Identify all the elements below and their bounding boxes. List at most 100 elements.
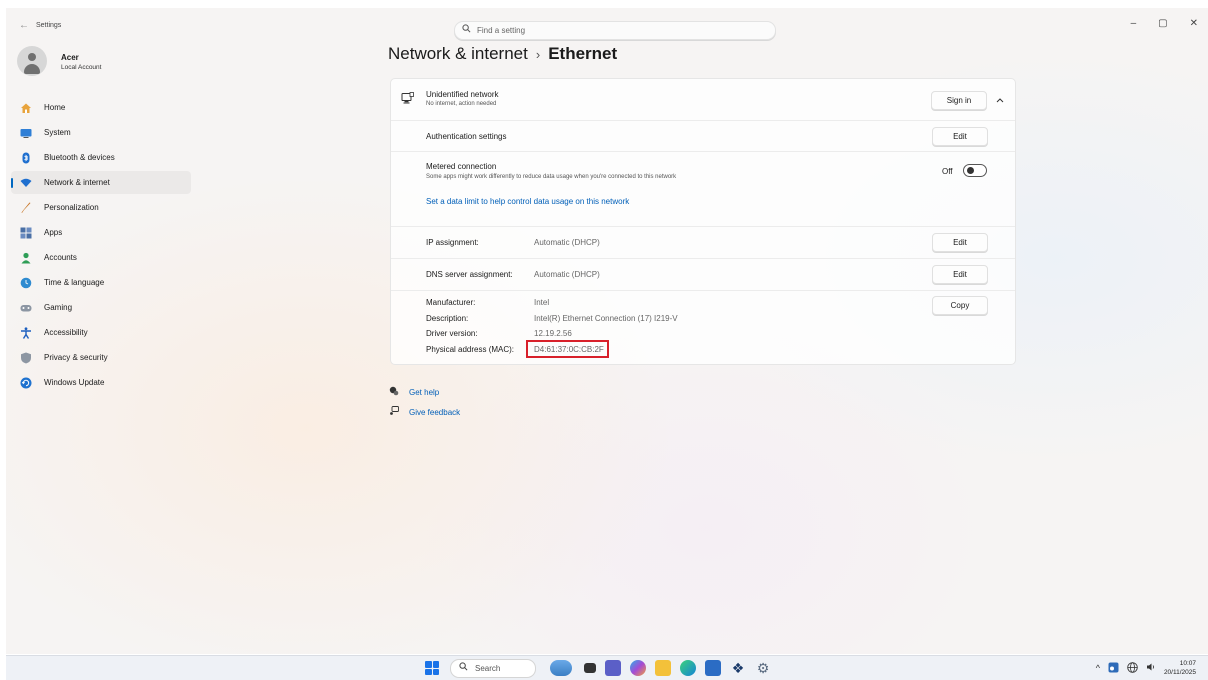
dns-assignment-label: DNS server assignment:	[426, 270, 513, 279]
bluetooth-icon	[20, 152, 32, 164]
clock-time: 10:07	[1179, 660, 1196, 667]
breadcrumb: Network & internet › Ethernet	[388, 44, 617, 64]
help-chat-icon	[389, 386, 401, 398]
sidebar-item-windows-update[interactable]: Windows Update	[11, 371, 191, 394]
divider	[391, 226, 1015, 227]
widgets-icon[interactable]	[550, 660, 572, 676]
clock[interactable]: 10:07 20/11/2025	[1164, 659, 1196, 677]
sidebar-item-label: Accessibility	[44, 328, 88, 337]
tray-overflow-chevron[interactable]: ^	[1096, 663, 1100, 673]
sidebar-item-label: Gaming	[44, 303, 73, 312]
file-explorer-icon[interactable]	[655, 660, 671, 676]
start-button[interactable]	[425, 661, 439, 675]
maximize-button[interactable]: ▢	[1158, 18, 1167, 29]
brush-icon	[20, 202, 32, 214]
accounts-icon	[20, 252, 32, 264]
breadcrumb-separator: ›	[535, 47, 541, 62]
copilot-icon[interactable]	[630, 660, 646, 676]
property-label-driver-version: Driver version:	[426, 329, 478, 338]
system-tray: ^ 10:07 20/11/2025	[1096, 659, 1196, 677]
divider	[391, 258, 1015, 259]
account-type: Local Account	[61, 64, 102, 71]
dns-assignment-value: Automatic (DHCP)	[534, 270, 600, 279]
minimize-button[interactable]: –	[1131, 18, 1137, 29]
sidebar-item-privacy-security[interactable]: Privacy & security	[11, 346, 191, 369]
sidebar-item-personalization[interactable]: Personalization	[11, 196, 191, 219]
active-indicator	[11, 178, 13, 188]
volume-icon[interactable]	[1146, 662, 1156, 674]
get-help-row[interactable]: Get help	[389, 386, 439, 398]
network-name: Unidentified network	[426, 90, 499, 99]
search-icon	[462, 24, 471, 35]
gamepad-icon	[20, 302, 32, 314]
ip-assignment-value: Automatic (DHCP)	[534, 238, 600, 247]
give-feedback-row[interactable]: Give feedback	[389, 406, 460, 418]
settings-gear-icon[interactable]: ⚙	[755, 660, 771, 676]
dns-edit-button[interactable]: Edit	[932, 265, 988, 284]
divider	[391, 290, 1015, 291]
network-globe-icon[interactable]	[1127, 661, 1138, 675]
globe-clock-icon	[20, 277, 32, 289]
metered-description: Some apps might work differently to redu…	[426, 174, 677, 180]
sidebar: Home System Bluetooth & devices Network …	[11, 96, 191, 396]
update-icon	[20, 377, 32, 389]
auth-edit-button[interactable]: Edit	[932, 127, 988, 146]
sidebar-item-time-language[interactable]: Time & language	[11, 271, 191, 294]
sidebar-item-gaming[interactable]: Gaming	[11, 296, 191, 319]
metered-toggle[interactable]	[963, 164, 987, 177]
property-label-mac-address: Physical address (MAC):	[426, 345, 515, 354]
property-label-description: Description:	[426, 314, 469, 323]
sign-in-button[interactable]: Sign in	[931, 91, 987, 110]
sidebar-item-label: Apps	[44, 228, 63, 237]
sidebar-item-label: Home	[44, 103, 66, 112]
sidebar-item-label: Network & internet	[44, 178, 110, 187]
mac-address-highlight	[526, 340, 609, 358]
metered-label: Metered connection	[426, 162, 497, 171]
property-label-manufacturer: Manufacturer:	[426, 298, 476, 307]
copy-button[interactable]: Copy	[932, 296, 988, 315]
dropbox-icon[interactable]: ❖	[730, 660, 746, 676]
apps-icon	[20, 227, 32, 239]
close-button[interactable]: ✕	[1190, 18, 1198, 29]
page-title: Ethernet	[548, 44, 618, 63]
get-help-link[interactable]: Get help	[409, 388, 439, 397]
edge-icon[interactable]	[680, 660, 696, 676]
sidebar-item-bluetooth[interactable]: Bluetooth & devices	[11, 146, 191, 169]
sidebar-item-accessibility[interactable]: Accessibility	[11, 321, 191, 344]
sidebar-item-network[interactable]: Network & internet	[11, 171, 191, 194]
data-limit-link[interactable]: Set a data limit to help control data us…	[426, 197, 629, 206]
sidebar-item-label: Bluetooth & devices	[44, 153, 115, 162]
home-icon	[20, 102, 32, 114]
accessibility-icon	[20, 326, 32, 339]
back-arrow-icon[interactable]: ←	[19, 20, 29, 31]
metered-toggle-state: Off	[942, 167, 953, 176]
sidebar-item-home[interactable]: Home	[11, 96, 191, 119]
property-value-manufacturer: Intel	[534, 298, 550, 307]
sidebar-item-label: System	[44, 128, 71, 137]
ip-edit-button[interactable]: Edit	[932, 233, 988, 252]
breadcrumb-parent[interactable]: Network & internet	[388, 44, 528, 63]
ethernet-icon	[401, 92, 414, 107]
clock-date: 20/11/2025	[1163, 669, 1196, 676]
avatar[interactable]	[17, 46, 47, 76]
divider	[391, 120, 1015, 121]
taskbar-search[interactable]: Search	[450, 659, 536, 678]
sidebar-item-accounts[interactable]: Accounts	[11, 246, 191, 269]
property-value-description: Intel(R) Ethernet Connection (17) I219-V	[534, 314, 678, 323]
store-icon[interactable]	[705, 660, 721, 676]
settings-search-input[interactable]: Find a setting	[454, 21, 776, 40]
sidebar-item-system[interactable]: System	[11, 121, 191, 144]
sidebar-item-label: Windows Update	[44, 378, 105, 387]
ethernet-settings-panel: Unidentified network No internet, action…	[390, 78, 1016, 365]
search-placeholder: Find a setting	[477, 26, 526, 35]
task-view-icon[interactable]	[584, 663, 596, 673]
teams-icon[interactable]	[605, 660, 621, 676]
chevron-up-icon[interactable]	[996, 95, 1004, 105]
sidebar-item-label: Privacy & security	[44, 353, 108, 362]
network-status: No internet, action needed	[426, 101, 497, 107]
give-feedback-link[interactable]: Give feedback	[409, 408, 460, 417]
tray-app-icon[interactable]	[1108, 662, 1119, 675]
ip-assignment-label: IP assignment:	[426, 238, 479, 247]
sidebar-item-label: Accounts	[44, 253, 77, 262]
sidebar-item-apps[interactable]: Apps	[11, 221, 191, 244]
